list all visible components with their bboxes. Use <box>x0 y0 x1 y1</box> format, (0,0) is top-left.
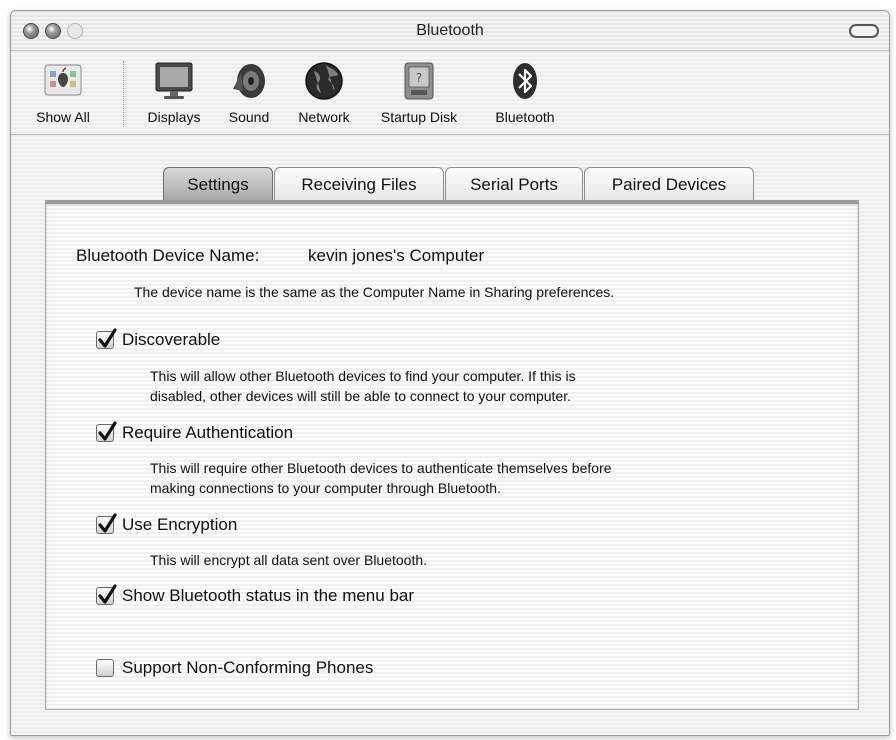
preferences-window: Bluetooth Show All Displays Sound Networ… <box>10 10 890 736</box>
toolbar-network[interactable]: Network <box>289 59 359 125</box>
tab-label: Paired Devices <box>611 175 727 194</box>
toolbar-label: Show All <box>36 109 90 125</box>
tab-label: Serial Ports <box>470 175 558 194</box>
tab-receiving-files[interactable]: Receiving Files <box>274 167 444 201</box>
device-name-note: The device name is the same as the Compu… <box>134 284 615 300</box>
discoverable-checkbox[interactable] <box>96 328 117 349</box>
display-icon <box>155 62 193 99</box>
use-encryption-description: This will encrypt all data sent over Blu… <box>150 552 428 568</box>
require-authentication-checkbox[interactable] <box>96 421 117 442</box>
apple-grid-icon <box>44 64 82 96</box>
toolbar-label: Network <box>298 109 350 125</box>
toolbar-displays[interactable]: Displays <box>135 59 213 125</box>
checkmark-icon <box>98 513 117 533</box>
bluetooth-icon <box>513 63 537 99</box>
toolbar-bluetooth[interactable]: Bluetooth <box>483 59 567 125</box>
show-status-menu-bar-checkbox[interactable] <box>96 584 117 605</box>
globe-icon <box>305 62 343 100</box>
checkmark-icon <box>98 584 117 604</box>
title-bar[interactable]: Bluetooth <box>11 11 889 51</box>
discoverable-description-line-1: This will allow other Bluetooth devices … <box>150 368 576 384</box>
toolbar-show-all[interactable]: Show All <box>21 59 105 125</box>
toolbar-label: Displays <box>147 109 201 125</box>
toolbar-label: Bluetooth <box>495 109 555 125</box>
settings-panel: Bluetooth Device Name: kevin jones's Com… <box>45 200 859 710</box>
tab-label: Receiving Files <box>301 175 417 194</box>
non-conforming-phones-label[interactable]: Support Non-Conforming Phones <box>122 658 373 678</box>
device-name-label: Bluetooth Device Name: <box>76 246 260 265</box>
use-encryption-checkbox[interactable] <box>96 513 117 534</box>
tab-serial-ports[interactable]: Serial Ports <box>445 167 583 201</box>
use-encryption-label[interactable]: Use Encryption <box>122 515 237 535</box>
checkmark-icon <box>98 421 117 441</box>
toolbar-startup-disk[interactable]: ? Startup Disk <box>369 59 469 125</box>
speaker-icon <box>233 64 265 98</box>
discoverable-label[interactable]: Discoverable <box>122 330 220 350</box>
toolbar: Show All Displays Sound Network ? Startu… <box>11 51 889 135</box>
device-name-value: kevin jones's Computer <box>308 246 485 265</box>
toolbar-label: Sound <box>228 109 270 125</box>
non-conforming-phones-checkbox[interactable] <box>96 659 114 677</box>
tab-settings[interactable]: Settings <box>163 167 273 201</box>
svg-text:?: ? <box>416 71 422 85</box>
show-status-menu-bar-label[interactable]: Show Bluetooth status in the menu bar <box>122 586 414 606</box>
tab-label: Settings <box>187 175 249 194</box>
tab-bar: Settings Receiving Files Serial Ports Pa… <box>11 167 889 201</box>
disk-icon: ? <box>404 62 434 100</box>
require-authentication-label[interactable]: Require Authentication <box>122 423 293 443</box>
require-authentication-description-line-2: making connections to your computer thro… <box>150 480 501 496</box>
toolbar-label: Startup Disk <box>380 109 458 125</box>
toolbar-sound[interactable]: Sound <box>221 59 277 125</box>
window-title: Bluetooth <box>416 22 484 39</box>
checkmark-icon <box>98 328 117 348</box>
tab-paired-devices[interactable]: Paired Devices <box>584 167 754 201</box>
toolbar-separator <box>123 61 124 127</box>
discoverable-description-line-2: disabled, other devices will still be ab… <box>150 388 572 404</box>
toolbar-toggle-button[interactable] <box>849 24 879 38</box>
require-authentication-description-line-1: This will require other Bluetooth device… <box>150 460 612 476</box>
